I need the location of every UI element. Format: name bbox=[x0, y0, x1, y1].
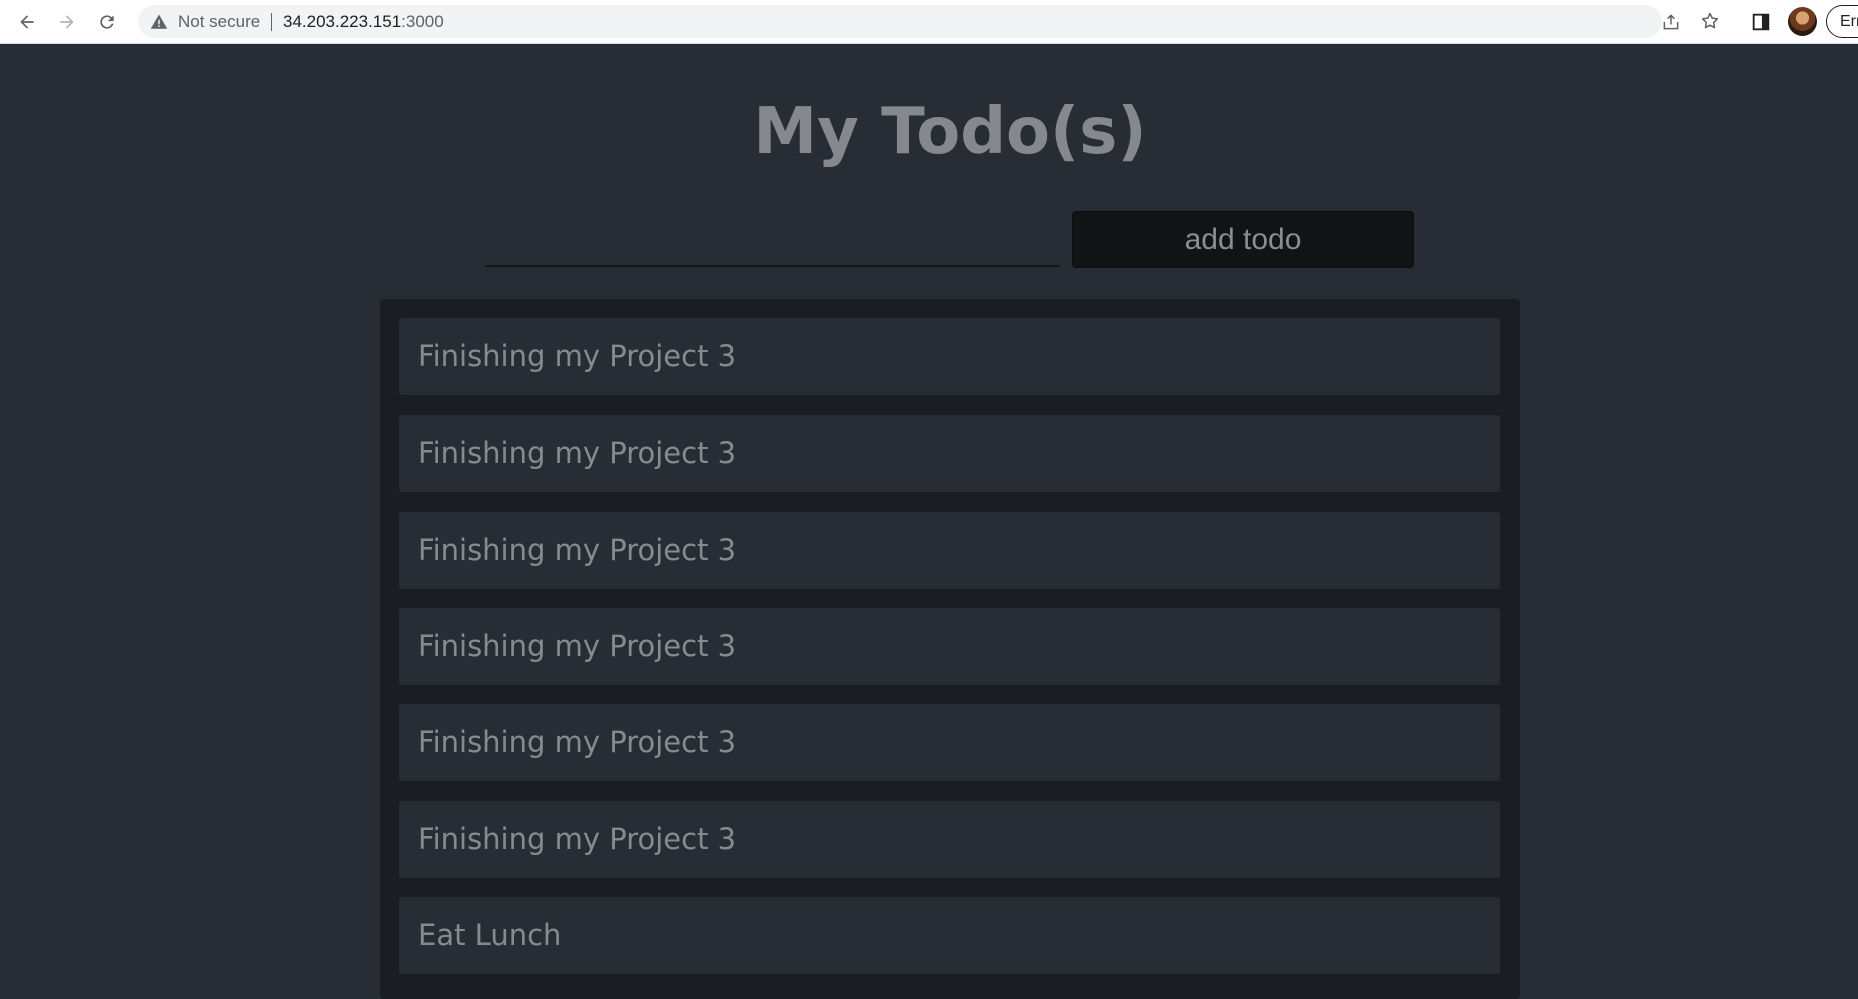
side-panel-button[interactable] bbox=[1750, 11, 1772, 33]
profile-avatar[interactable] bbox=[1788, 7, 1817, 36]
address-bar[interactable]: Not secure 34.203.223.151:3000 bbox=[138, 5, 1679, 38]
url-host: 34.203.223.151 bbox=[283, 12, 402, 31]
arrow-right-icon bbox=[60, 15, 74, 29]
todo-input[interactable] bbox=[485, 217, 1060, 267]
todo-item-text: Eat Lunch bbox=[418, 918, 562, 952]
todo-item-text: Finishing my Project 3 bbox=[418, 822, 737, 856]
add-todo-button[interactable]: add todo bbox=[1072, 211, 1414, 268]
todo-item[interactable]: Finishing my Project 3 bbox=[399, 415, 1500, 492]
arrow-left-icon bbox=[20, 15, 34, 29]
security-status[interactable]: Not secure bbox=[178, 12, 260, 32]
address-separator bbox=[271, 13, 272, 31]
star-icon bbox=[1701, 12, 1719, 29]
bookmark-button[interactable] bbox=[1700, 11, 1720, 31]
todo-item-text: Finishing my Project 3 bbox=[418, 339, 737, 373]
browser-toolbar: Not secure 34.203.223.151:3000 Err bbox=[0, 0, 1858, 44]
todo-item-text: Finishing my Project 3 bbox=[418, 725, 737, 759]
todo-item[interactable]: Finishing my Project 3 bbox=[399, 608, 1500, 685]
todo-item[interactable]: Finishing my Project 3 bbox=[399, 318, 1500, 395]
todo-item[interactable]: Finishing my Project 3 bbox=[399, 801, 1500, 878]
url-port: :3000 bbox=[401, 12, 444, 31]
todo-item-text: Finishing my Project 3 bbox=[418, 629, 737, 663]
reload-button[interactable] bbox=[95, 10, 119, 34]
warning-icon[interactable] bbox=[150, 13, 168, 31]
todo-item-text: Finishing my Project 3 bbox=[418, 436, 737, 470]
page-title: My Todo(s) bbox=[753, 95, 1147, 169]
back-button[interactable] bbox=[15, 10, 39, 34]
share-button[interactable] bbox=[1661, 12, 1681, 32]
todo-item[interactable]: Finishing my Project 3 bbox=[399, 512, 1500, 589]
todo-item[interactable]: Finishing my Project 3 bbox=[399, 704, 1500, 781]
side-panel-icon bbox=[1752, 13, 1770, 31]
profile-chip-label: Err bbox=[1840, 13, 1858, 30]
reload-icon bbox=[100, 15, 114, 29]
forward-button[interactable] bbox=[55, 10, 79, 34]
profile-chip[interactable]: Err bbox=[1826, 5, 1858, 38]
todo-item[interactable]: Eat Lunch bbox=[399, 897, 1500, 974]
page-content: My Todo(s) add todo Finishing my Project… bbox=[0, 45, 1858, 999]
todo-item-text: Finishing my Project 3 bbox=[418, 533, 737, 567]
todo-list: Finishing my Project 3 Finishing my Proj… bbox=[380, 299, 1520, 999]
url-text[interactable]: 34.203.223.151:3000 bbox=[283, 12, 444, 32]
share-icon bbox=[1663, 14, 1679, 30]
